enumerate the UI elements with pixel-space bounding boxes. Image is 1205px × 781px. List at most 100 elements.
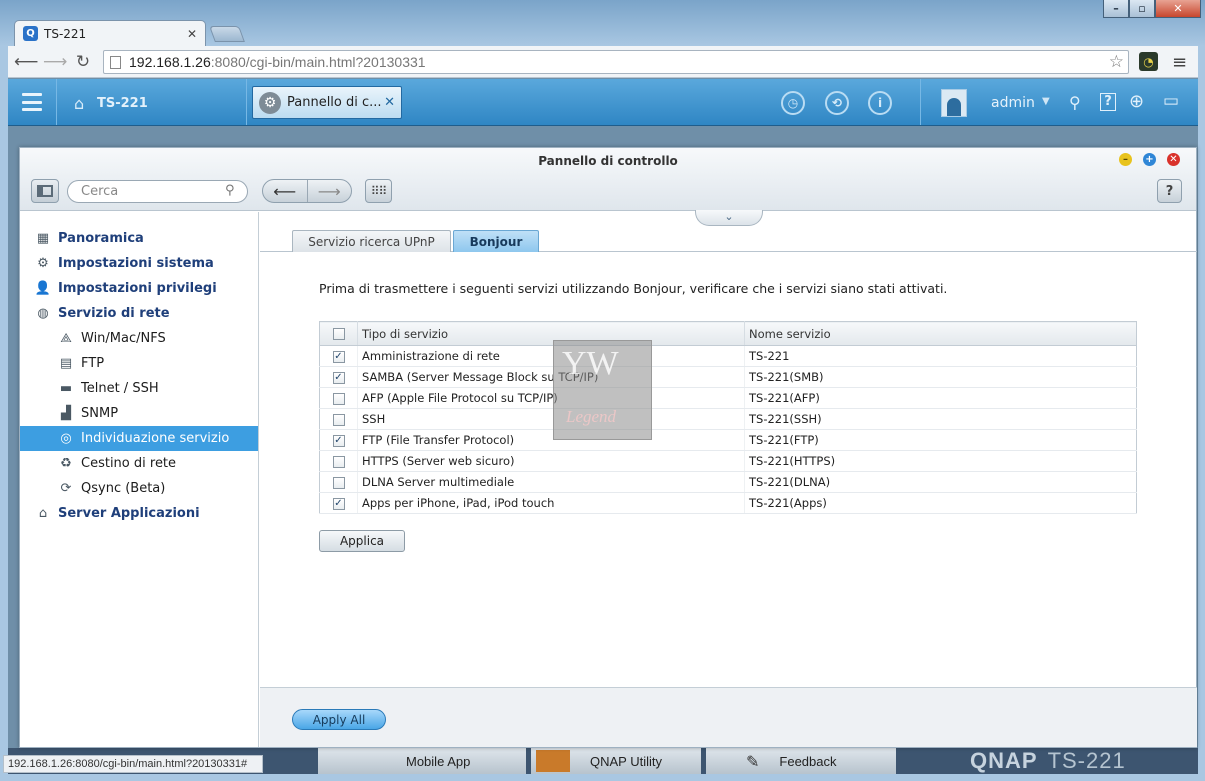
sidebar-item-servizio-di-rete[interactable]: ◍ Servizio di rete bbox=[20, 301, 258, 326]
service-checkbox[interactable]: ✓ bbox=[332, 350, 345, 363]
desktop-icon[interactable]: ▭ bbox=[1163, 91, 1179, 111]
dock-mobile-app[interactable]: Mobile App bbox=[318, 748, 526, 774]
close-window-icon[interactable]: ✕ bbox=[1167, 153, 1180, 166]
sidebar-item-label: Individuazione servizio bbox=[81, 431, 230, 446]
help-icon[interactable]: ? bbox=[1100, 93, 1116, 111]
browser-tab[interactable]: Q TS-221 ✕ bbox=[14, 20, 206, 46]
checkbox-cell: ✓ bbox=[319, 492, 358, 514]
external-device-icon[interactable]: ⟲ bbox=[825, 91, 849, 115]
minimize-window-icon[interactable]: – bbox=[1119, 153, 1132, 166]
select-all-checkbox[interactable] bbox=[332, 328, 345, 340]
table-row: ✓ SAMBA (Server Message Block su TCP/IP) T… bbox=[319, 366, 1137, 388]
sidebar-item-cestino-di-rete[interactable]: ♻ Cestino di rete bbox=[20, 451, 258, 476]
minimize-button[interactable]: – bbox=[1103, 0, 1129, 18]
back-button[interactable]: ⟵ bbox=[263, 180, 307, 202]
service-checkbox[interactable] bbox=[332, 455, 345, 468]
checkbox-cell bbox=[319, 450, 358, 472]
tab-bonjour[interactable]: Bonjour bbox=[453, 230, 539, 252]
sidebar-item-snmp[interactable]: ▟ SNMP bbox=[20, 401, 258, 426]
event-info-icon[interactable]: i bbox=[868, 91, 892, 115]
browser-menu-icon[interactable]: ≡ bbox=[1172, 52, 1187, 73]
avatar[interactable] bbox=[941, 89, 967, 117]
service-checkbox[interactable] bbox=[332, 476, 345, 489]
close-window-button[interactable]: ✕ bbox=[1155, 0, 1201, 18]
dock-feedback[interactable]: ✎ Feedback bbox=[706, 748, 896, 774]
table-row: ✓ Apps per iPhone, iPad, iPod touch TS-221… bbox=[319, 492, 1137, 514]
chevron-down-icon[interactable]: ▼ bbox=[1042, 96, 1050, 107]
username[interactable]: admin bbox=[991, 95, 1035, 111]
sidebar-item-ftp[interactable]: ▤ FTP bbox=[20, 351, 258, 376]
service-checkbox[interactable]: ✓ bbox=[332, 497, 345, 510]
sidebar-item-impostazioni-privilegi[interactable]: 👤 Impostazioni privilegi bbox=[20, 276, 258, 301]
language-globe-icon[interactable]: ⊕ bbox=[1129, 91, 1144, 112]
sidebar-item-impostazioni-sistema[interactable]: ⚙ Impostazioni sistema bbox=[20, 251, 258, 276]
app-tab-label: Pannello di c... bbox=[287, 95, 382, 110]
network-globe-icon: ◍ bbox=[37, 306, 49, 321]
background-tasks-clock-icon[interactable]: ◷ bbox=[781, 91, 805, 115]
url-path: :8080/cgi-bin/main.html?20130331 bbox=[210, 54, 426, 70]
sidebar-item-label: Impostazioni privilegi bbox=[58, 281, 217, 296]
service-type-cell: SAMBA (Server Message Block su TCP/IP) bbox=[357, 366, 745, 388]
dock-label: Feedback bbox=[779, 753, 837, 769]
maximize-button[interactable]: ▫ bbox=[1129, 0, 1155, 18]
sidebar-item-label: SNMP bbox=[81, 406, 119, 421]
select-all-cell bbox=[319, 321, 358, 346]
sidebar-item-panoramica[interactable]: ▦ Panoramica bbox=[20, 226, 258, 251]
table-row: SSH TS-221(SSH) bbox=[319, 408, 1137, 430]
search-icon[interactable]: ⚲ bbox=[225, 183, 235, 198]
apply-button[interactable]: Applica bbox=[319, 530, 405, 552]
service-type-cell: Apps per iPhone, iPad, iPod touch bbox=[357, 492, 745, 514]
checkbox-cell bbox=[319, 408, 358, 430]
help-button[interactable]: ? bbox=[1157, 179, 1182, 203]
tab-close-icon[interactable]: ✕ bbox=[187, 27, 197, 41]
qsync-icon: ⟳ bbox=[60, 481, 72, 496]
search-input[interactable] bbox=[67, 180, 248, 203]
forward-button[interactable]: ⟶ bbox=[306, 180, 352, 202]
watermark-logo: YW Legend bbox=[553, 340, 652, 440]
address-bar[interactable]: 192.168.1.26:8080/cgi-bin/main.html?2013… bbox=[103, 50, 1129, 74]
control-panel-app-tab[interactable]: ⚙ Pannello di c... ✕ bbox=[252, 86, 402, 119]
sidebar-item-server-applicazioni[interactable]: ⌂ Server Applicazioni bbox=[20, 501, 258, 526]
extension-icon[interactable]: ◔ bbox=[1139, 52, 1158, 71]
grid-view-button[interactable]: ⠿⠿ bbox=[365, 179, 392, 203]
qnap-favicon-icon: Q bbox=[23, 26, 38, 41]
new-tab-button[interactable] bbox=[209, 26, 245, 42]
watermark-logo-subtext: Legend bbox=[566, 407, 617, 426]
bookmark-star-icon[interactable]: ☆ bbox=[1109, 52, 1124, 72]
sidebar-toggle-button[interactable] bbox=[31, 179, 59, 203]
qnap-brand-logo: QNAP TS-221 bbox=[970, 748, 1126, 774]
main-menu-icon[interactable] bbox=[22, 93, 42, 111]
service-name-cell: TS-221(FTP) bbox=[744, 429, 1137, 451]
tab-upnp[interactable]: Servizio ricerca UPnP bbox=[292, 230, 451, 252]
sidebar-item-individuazione-servizio[interactable]: ◎ Individuazione servizio bbox=[20, 426, 258, 451]
main-content: Servizio ricerca UPnP Bonjour ⌄ Prima di… bbox=[260, 210, 1197, 747]
sidebar-item-qsync-beta[interactable]: ⟳ Qsync (Beta) bbox=[20, 476, 258, 501]
table-header-row: Tipo di servizio Nome servizio bbox=[319, 321, 1137, 346]
search-icon[interactable]: ⚲ bbox=[1069, 93, 1081, 112]
sidebar-item-win-mac-nfs[interactable]: ⟁ Win/Mac/NFS bbox=[20, 326, 258, 351]
sidebar-item-label: Telnet / SSH bbox=[81, 381, 159, 396]
window-controls: – ▫ ✕ bbox=[1103, 0, 1201, 20]
collapse-header-button[interactable]: ⌄ bbox=[695, 210, 763, 226]
qnap-top-bar: ⌂ TS-221 ⚙ Pannello di c... ✕ ◷ ⟲ i admi… bbox=[8, 79, 1198, 126]
service-checkbox[interactable] bbox=[332, 392, 345, 405]
maximize-window-icon[interactable]: + bbox=[1143, 153, 1156, 166]
service-name-cell: TS-221(Apps) bbox=[744, 492, 1137, 514]
home-icon[interactable]: ⌂ bbox=[74, 94, 84, 113]
forward-arrow-icon[interactable]: ⟶ bbox=[43, 52, 67, 72]
window-title: Pannello di controllo bbox=[538, 154, 678, 168]
service-name-cell: TS-221(SMB) bbox=[744, 366, 1137, 388]
service-checkbox[interactable] bbox=[332, 413, 345, 426]
app-tab-close-icon[interactable]: ✕ bbox=[384, 95, 395, 110]
table-row: AFP (Apple File Protocol su TCP/IP) TS-22… bbox=[319, 387, 1137, 409]
host-name[interactable]: TS-221 bbox=[97, 96, 148, 111]
service-checkbox[interactable]: ✓ bbox=[332, 371, 345, 384]
service-checkbox[interactable]: ✓ bbox=[332, 434, 345, 447]
service-name-cell: TS-221 bbox=[744, 345, 1137, 367]
apply-all-button[interactable]: Apply All bbox=[292, 709, 386, 730]
sidebar-item-label: Win/Mac/NFS bbox=[81, 331, 166, 346]
dock-qnap-utility[interactable]: QNAP Utility bbox=[531, 748, 701, 774]
reload-icon[interactable]: ↻ bbox=[72, 52, 94, 72]
sidebar-item-telnet-ssh[interactable]: ▬ Telnet / SSH bbox=[20, 376, 258, 401]
back-arrow-icon[interactable]: ⟵ bbox=[14, 52, 38, 72]
